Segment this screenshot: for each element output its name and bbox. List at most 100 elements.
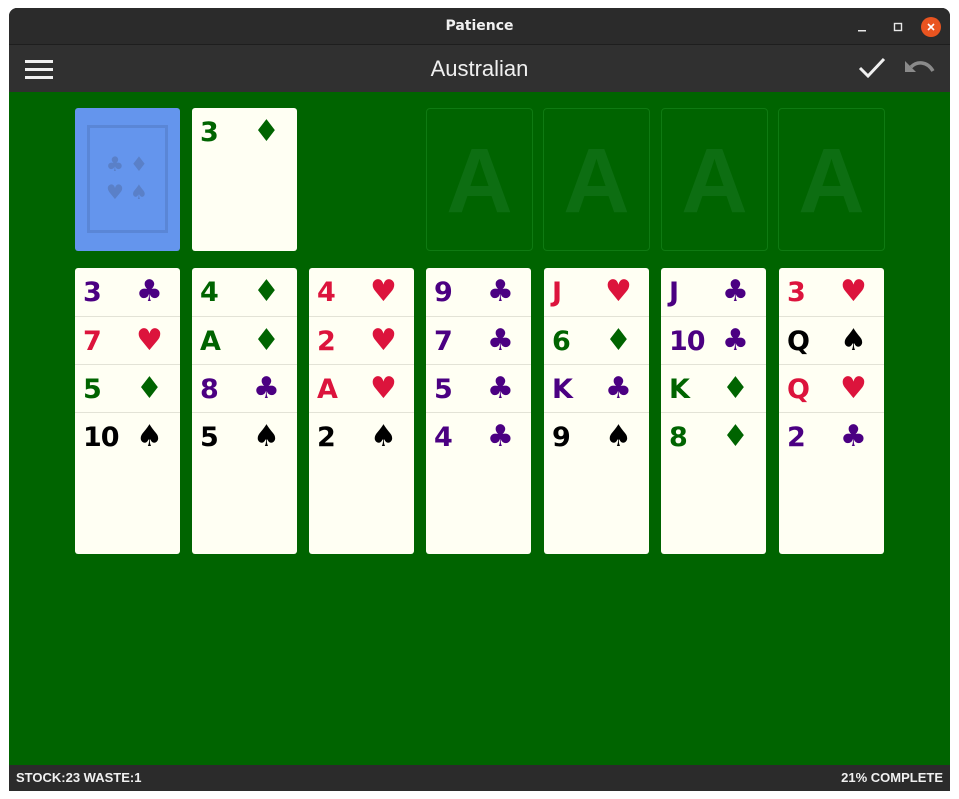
minimize-icon[interactable] [852, 17, 872, 37]
foundation-placeholder: A [681, 130, 748, 232]
card-rank: Q [787, 326, 810, 357]
tableau-card[interactable]: 4 ♥ [309, 268, 414, 316]
game-table: ♣ ♦ ♥ ♠ 3 ♦ A A A A 3 ♣ 7 ♥ 5 ♦ 10 ♠ 4 ♦ A ♦ 8 ♣ 5 ♠ 4 ♥ 2… [9, 92, 950, 765]
foundation-placeholder: A [798, 130, 865, 232]
tableau-column-2[interactable]: 4 ♦ A ♦ 8 ♣ 5 ♠ [192, 268, 297, 554]
tableau-card[interactable]: Q ♥ [779, 364, 884, 412]
card-rank: J [552, 277, 562, 308]
card-suit-icon: ♥ [605, 274, 632, 309]
foundation-placeholder: A [563, 130, 630, 232]
tableau-card[interactable]: 7 ♣ [426, 316, 531, 364]
card-suit-icon: ♣ [605, 371, 632, 406]
card-suit-icon: ♠ [370, 419, 397, 454]
tableau-card[interactable]: 5 ♠ [192, 412, 297, 460]
tableau-column-3[interactable]: 4 ♥ 2 ♥ A ♥ 2 ♠ [309, 268, 414, 554]
undo-icon[interactable] [902, 55, 936, 81]
status-bar: STOCK:23 WASTE:1 21% COMPLETE [9, 765, 950, 791]
card-rank: 10 [669, 326, 706, 357]
card-rank: 6 [552, 326, 571, 357]
card-suit-icon: ♣ [136, 274, 163, 309]
checkmark-icon[interactable] [857, 55, 887, 81]
card-rank: 4 [200, 277, 219, 308]
card-suit-icon: ♣ [487, 323, 514, 358]
tableau-card[interactable]: 10 ♠ [75, 412, 180, 460]
card-suit-icon: ♣ [487, 419, 514, 454]
spade-icon: ♠ [130, 180, 148, 204]
foundation-pile-2[interactable]: A [543, 108, 650, 251]
title-bar[interactable]: Patience [9, 8, 950, 45]
card-rank: K [552, 374, 573, 405]
card-face: 3 ♦ [192, 108, 297, 156]
heart-icon: ♥ [106, 180, 124, 204]
card-suit-icon: ♠ [253, 419, 280, 454]
diamond-icon: ♦ [130, 152, 148, 176]
tableau-card[interactable]: A ♥ [309, 364, 414, 412]
card-suit-icon: ♦ [722, 419, 749, 454]
game-title: Australian [430, 56, 529, 81]
completion-percent: 21% COMPLETE [841, 770, 943, 785]
tableau-card[interactable]: 5 ♦ [75, 364, 180, 412]
waste-card[interactable]: 3 ♦ [192, 108, 297, 251]
card-suit-icon: ♣ [487, 274, 514, 309]
tableau-card[interactable]: K ♦ [661, 364, 766, 412]
tableau-column-7[interactable]: 3 ♥ Q ♠ Q ♥ 2 ♣ [779, 268, 884, 554]
tableau-card[interactable]: Q ♠ [779, 316, 884, 364]
window-title: Patience [445, 18, 514, 34]
card-rank: A [200, 326, 221, 357]
card-suit-icon: ♦ [253, 274, 280, 309]
card-suit-icon: ♦ [605, 323, 632, 358]
card-rank: Q [787, 374, 810, 405]
tableau-card[interactable]: 8 ♦ [661, 412, 766, 460]
card-suit-icon: ♥ [840, 274, 867, 309]
tableau-card[interactable]: K ♣ [544, 364, 649, 412]
card-rank: 2 [317, 326, 336, 357]
foundation-pile-4[interactable]: A [778, 108, 885, 251]
tableau-card[interactable]: 2 ♥ [309, 316, 414, 364]
tableau-card[interactable]: 8 ♣ [192, 364, 297, 412]
tableau-card[interactable]: 4 ♦ [192, 268, 297, 316]
tableau-card[interactable]: 3 ♣ [75, 268, 180, 316]
tableau-card[interactable]: 2 ♠ [309, 412, 414, 460]
tableau-card[interactable]: 2 ♣ [779, 412, 884, 460]
card-rank: 3 [787, 277, 806, 308]
maximize-icon[interactable] [888, 17, 908, 37]
tableau-card[interactable]: J ♣ [661, 268, 766, 316]
foundation-pile-3[interactable]: A [661, 108, 768, 251]
tableau-card[interactable]: J ♥ [544, 268, 649, 316]
card-suit-icon: ♦ [253, 114, 280, 149]
card-suit-icon: ♠ [136, 419, 163, 454]
tableau-card[interactable]: 9 ♠ [544, 412, 649, 460]
card-suit-icon: ♦ [722, 371, 749, 406]
tableau-column-6[interactable]: J ♣ 10 ♣ K ♦ 8 ♦ [661, 268, 766, 554]
card-rank: 9 [552, 422, 571, 453]
card-rank: 2 [317, 422, 336, 453]
card-rank: 8 [200, 374, 219, 405]
tableau-column-1[interactable]: 3 ♣ 7 ♥ 5 ♦ 10 ♠ [75, 268, 180, 554]
card-rank: J [669, 277, 679, 308]
card-rank: 7 [83, 326, 102, 357]
tableau-card[interactable]: 3 ♥ [779, 268, 884, 316]
app-window: Patience Australian ♣ ♦ ♥ ♠ 3 ♦ A A A A … [9, 8, 950, 791]
close-icon[interactable] [921, 17, 941, 37]
tableau-column-5[interactable]: J ♥ 6 ♦ K ♣ 9 ♠ [544, 268, 649, 554]
card-rank: K [669, 374, 690, 405]
tableau-card[interactable]: 6 ♦ [544, 316, 649, 364]
tableau-column-4[interactable]: 9 ♣ 7 ♣ 5 ♣ 4 ♣ [426, 268, 531, 554]
card-rank: 9 [434, 277, 453, 308]
stock-pile[interactable]: ♣ ♦ ♥ ♠ [75, 108, 180, 251]
card-rank: 3 [83, 277, 102, 308]
foundation-pile-1[interactable]: A [426, 108, 533, 251]
club-icon: ♣ [106, 152, 124, 176]
tableau-card[interactable]: A ♦ [192, 316, 297, 364]
card-rank: 5 [434, 374, 453, 405]
card-suit-icon: ♣ [487, 371, 514, 406]
tableau-card[interactable]: 10 ♣ [661, 316, 766, 364]
card-rank: 7 [434, 326, 453, 357]
tableau-card[interactable]: 9 ♣ [426, 268, 531, 316]
stock-waste-count: STOCK:23 WASTE:1 [16, 770, 142, 785]
tableau-card[interactable]: 4 ♣ [426, 412, 531, 460]
tableau-card[interactable]: 7 ♥ [75, 316, 180, 364]
card-rank: 2 [787, 422, 806, 453]
tableau-card[interactable]: 5 ♣ [426, 364, 531, 412]
card-suit-icon: ♥ [840, 371, 867, 406]
